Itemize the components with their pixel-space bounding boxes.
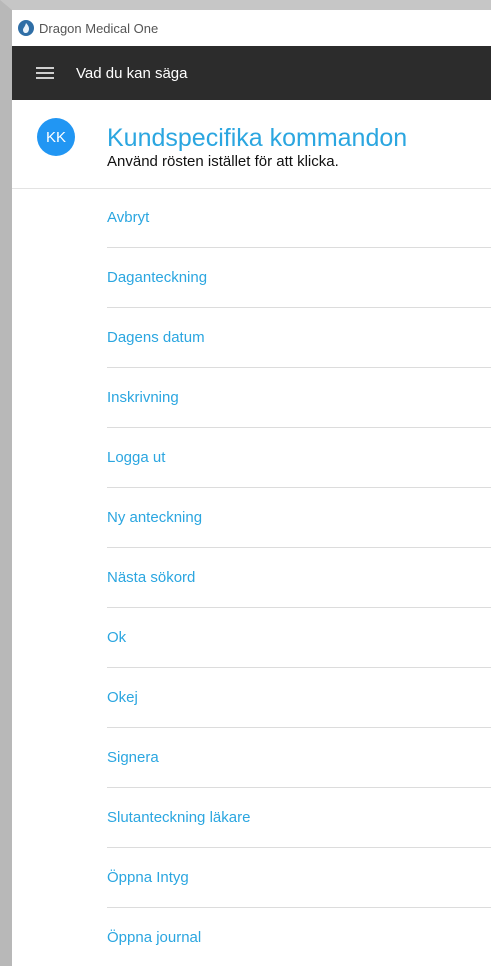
page-title: Kundspecifika kommandon [107,124,408,152]
command-item-oppna-intyg[interactable]: Öppna Intyg [107,848,491,908]
command-item-slutanteckning-lakare[interactable]: Slutanteckning läkare [107,788,491,848]
command-label: Slutanteckning läkare [107,809,251,826]
command-label: Dagens datum [107,329,205,346]
command-item-daganteckning[interactable]: Daganteckning [107,248,491,308]
command-item-inskrivning[interactable]: Inskrivning [107,368,491,428]
avatar: KK [37,118,75,156]
section-header: KK Kundspecifika kommandon Använd rösten… [12,100,491,189]
command-item-oppna-journal[interactable]: Öppna journal [107,908,491,966]
command-label: Okej [107,689,138,706]
command-label: Öppna journal [107,929,202,946]
command-item-dagens-datum[interactable]: Dagens datum [107,308,491,368]
command-item-avbryt[interactable]: Avbryt [107,188,491,248]
command-item-logga-ut[interactable]: Logga ut [107,428,491,488]
command-label: Ok [107,629,127,646]
command-item-okej[interactable]: Okej [107,668,491,728]
command-label: Inskrivning [107,389,179,406]
command-item-signera[interactable]: Signera [107,728,491,788]
title-bar: Dragon Medical One [12,10,491,46]
hamburger-menu-icon [36,67,54,79]
toolbar-title: Vad du kan säga [76,64,188,82]
command-list: Avbryt Daganteckning Dagens datum Inskri… [12,188,491,966]
command-label: Avbryt [107,209,150,226]
window-title: Dragon Medical One [39,20,159,36]
command-item-ny-anteckning[interactable]: Ny anteckning [107,488,491,548]
command-item-nasta-sokord[interactable]: Nästa sökord [107,548,491,608]
dragon-logo-icon [18,20,34,36]
command-label: Nästa sökord [107,569,196,586]
command-label: Ny anteckning [107,509,203,526]
page-subtitle: Använd rösten istället för att klicka. [107,153,339,170]
command-label: Logga ut [107,449,166,466]
command-label: Daganteckning [107,269,208,286]
command-label: Öppna Intyg [107,869,189,886]
command-item-ok[interactable]: Ok [107,608,491,668]
command-label: Signera [107,749,159,766]
toolbar: Vad du kan säga [12,46,491,100]
app-window: Dragon Medical One Vad du kan säga KK Ku… [12,10,491,966]
